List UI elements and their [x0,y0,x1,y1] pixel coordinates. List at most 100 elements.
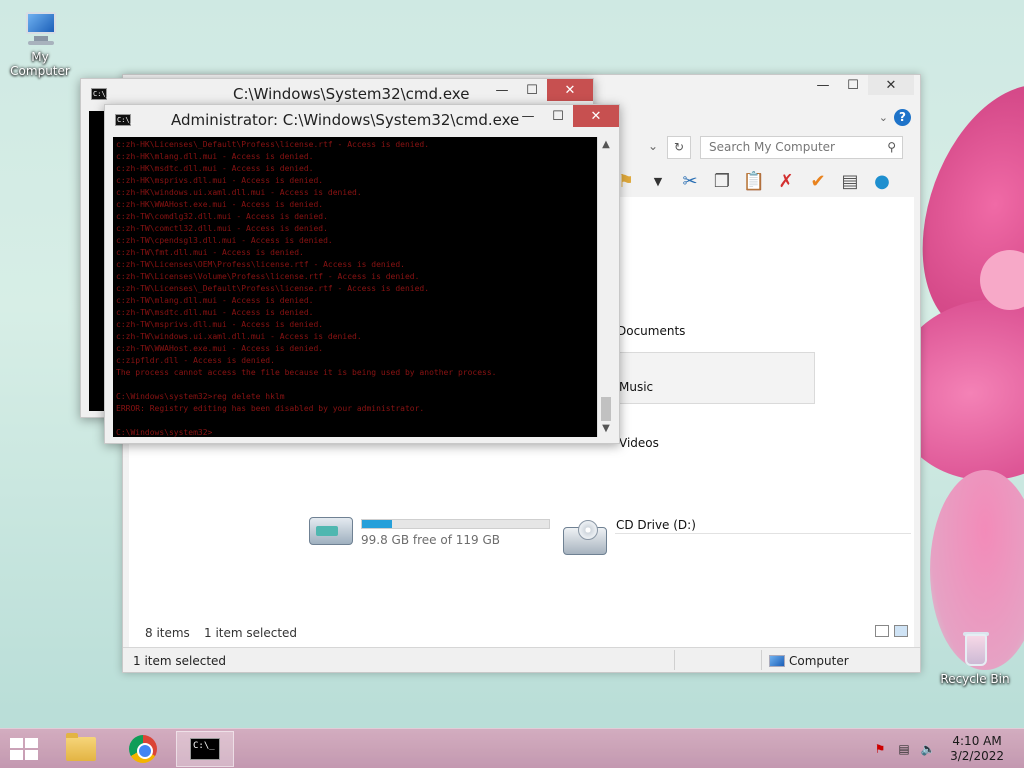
console-line: c:zh-TW\Licenses\_Default\Profess\licens… [116,284,430,293]
start-button[interactable] [10,738,38,760]
cmd-icon: C:\_ [91,88,110,100]
cmd-window-front[interactable]: C:\_ Administrator: C:\Windows\System32\… [104,104,620,444]
close-button[interactable]: ✕ [547,79,593,101]
minimize-button[interactable]: — [487,79,517,101]
desktop-icon-label: Recycle Bin [940,672,1010,686]
console-line: C:\Windows\system32> [116,428,213,437]
globe-icon[interactable]: ● [869,168,895,194]
status-selected: 1 item selected [133,654,227,668]
title-bar[interactable]: C:\_ Administrator: C:\Windows\System32\… [105,105,619,135]
details-view-icon[interactable] [875,625,889,637]
desktop-icon-recycle-bin[interactable]: Recycle Bin [935,632,1015,686]
chrome-icon [129,735,157,763]
console-line: c:zh-TW\Licenses\Volume\Profess\license.… [116,272,420,281]
console-line: c:zh-TW\msdtc.dll.mui - Access is denied… [116,308,314,317]
volume-icon[interactable]: 🔈 [920,741,936,757]
cd-drive-label[interactable]: CD Drive (D:) [616,518,696,532]
console-line: c:zh-TW\comdlg32.dll.mui - Access is den… [116,212,328,221]
drive-usage-fill [362,520,392,528]
recycle-bin-icon [955,632,995,670]
search-placeholder: Search My Computer [709,140,835,154]
cut-icon[interactable]: ✂ [677,168,703,194]
maximize-button[interactable]: ☐ [543,105,573,127]
console-line: c:zh-TW\Licenses\OEM\Profess\license.rtf… [116,260,405,269]
delete-icon[interactable]: ✗ [773,168,799,194]
console-line: c:zh-HK\mlang.dll.mui - Access is denied… [116,152,314,161]
explorer-toolbar: ⚑ ▼ ✂ ❐ 📋 ✗ ✔ ▤ ● [613,163,913,199]
console-line: c:zh-HK\WWAHost.exe.mui - Access is deni… [116,200,324,209]
cmd-icon: C:\_ [115,114,134,126]
section-divider [615,533,911,534]
maximize-button[interactable]: ☐ [838,75,868,95]
console-line: c:zh-TW\cpendsgl3.dll.mui - Access is de… [116,236,333,245]
taskbar-command-prompt[interactable]: C:\_ [176,731,234,767]
console-line: c:zh-HK\msprivs.dll.mui - Access is deni… [116,176,324,185]
rename-icon[interactable]: ▤ [837,168,863,194]
desktop-icon-my-computer[interactable]: My Computer [0,10,80,78]
chevron-down-icon[interactable]: ⌄ [879,111,888,124]
computer-icon [769,655,785,667]
action-center-icon[interactable]: ⚑ [872,741,888,757]
console-line: c:zh-TW\WWAHost.exe.mui - Access is deni… [116,344,324,353]
scroll-down-icon[interactable]: ▼ [598,421,614,437]
scrollbar[interactable]: ▲ ▼ [597,137,613,437]
console-area[interactable]: c:zh-HK\Licenses\_Default\Profess\licens… [113,137,597,437]
maximize-button[interactable]: ☐ [517,79,547,101]
window-title: Administrator: C:\Windows\System32\cmd.e… [171,111,520,129]
dropdown-icon[interactable]: ▼ [645,168,671,194]
close-button[interactable]: ✕ [573,105,619,127]
scroll-up-icon[interactable]: ▲ [598,137,614,153]
folder-label[interactable]: Documents [617,324,685,338]
system-tray: ⚑ ▤ 🔈 [872,741,936,757]
taskbar-file-explorer[interactable] [52,731,110,767]
console-line: c:zh-TW\windows.ui.xaml.dll.mui - Access… [116,332,362,341]
network-icon[interactable]: ▤ [896,741,912,757]
hard-drive-icon[interactable] [309,517,353,545]
status-location: Computer [769,654,849,668]
clock-date: 3/2/2022 [950,749,1004,763]
close-button[interactable]: ✕ [868,75,914,95]
taskbar-chrome[interactable] [114,731,172,767]
drive-free-text: 99.8 GB free of 119 GB [361,533,500,547]
paste-icon[interactable]: 📋 [741,168,767,194]
cmd-icon: C:\_ [190,738,220,760]
status-location-label: Computer [789,654,849,668]
desktop-icon-label: My Computer [10,50,70,78]
tiles-view-icon[interactable] [894,625,908,637]
clock-time: 4:10 AM [952,734,1002,748]
search-icon: ⚲ [887,140,896,154]
cd-drive-icon[interactable] [563,520,607,555]
help-icon[interactable]: ? [894,109,911,126]
folder-label[interactable]: Music [619,380,653,394]
console-line: ERROR: Registry editing has been disable… [116,404,425,413]
search-input[interactable]: Search My Computer ⚲ [700,136,903,159]
item-count: 8 items [145,626,190,640]
folder-label[interactable]: Videos [619,436,659,450]
clock[interactable]: 4:10 AM 3/2/2022 [950,734,1004,764]
console-line: c:zh-TW\comctl32.dll.mui - Access is den… [116,224,328,233]
console-line: c:zh-TW\msprivs.dll.mui - Access is deni… [116,320,324,329]
computer-icon [20,10,60,48]
minimize-button[interactable]: — [513,105,543,127]
view-buttons [875,625,908,637]
console-line: c:zh-HK\msdtc.dll.mui - Access is denied… [116,164,314,173]
console-line: c:zh-HK\windows.ui.xaml.dll.mui - Access… [116,188,362,197]
address-chevron-icon[interactable]: ⌄ [648,139,658,153]
explorer-caption-buttons: — ☐ ✕ [808,75,914,97]
console-line: c:zh-TW\mlang.dll.mui - Access is denied… [116,296,314,305]
console-line: c:zh-TW\fmt.dll.mui - Access is denied. [116,248,304,257]
folder-icon [66,733,96,761]
refresh-button[interactable]: ↻ [667,136,691,159]
console-line: c:zipfldr.dll - Access is denied. [116,356,275,365]
selected-count: 1 item selected [204,626,298,640]
scroll-thumb[interactable] [601,397,611,421]
documents-item[interactable] [615,352,815,404]
drive-usage-bar [361,519,550,529]
status-divider [761,650,762,670]
minimize-button[interactable]: — [808,75,838,95]
copy-icon[interactable]: ❐ [709,168,735,194]
status-divider [674,650,675,670]
check-icon[interactable]: ✔ [805,168,831,194]
